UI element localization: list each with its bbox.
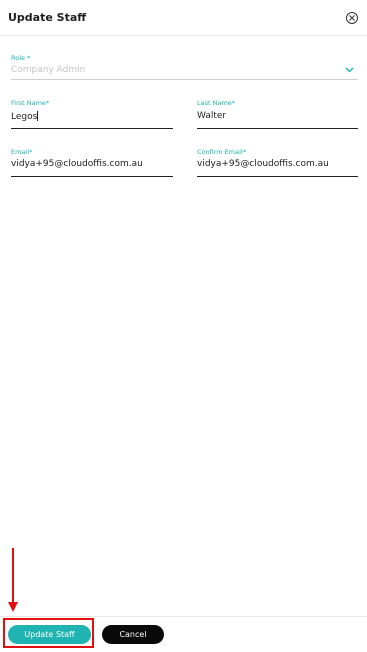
annotation-highlight-box [3,618,94,648]
role-select[interactable]: Role * Company Admin [11,54,358,80]
email-label: Email* [11,148,33,156]
first-name-input[interactable]: Legos [11,112,37,122]
first-name-input-row: Legos [11,111,39,122]
first-name-underline [11,128,173,129]
cancel-button[interactable]: Cancel [102,625,164,644]
chevron-down-icon [345,67,354,73]
last-name-input[interactable]: Walter [197,111,226,121]
confirm-email-underline [197,176,358,177]
confirm-email-field[interactable]: Confirm Email* vidya+95@cloudoffis.com.a… [197,148,358,178]
role-label: Role * [11,54,31,62]
dialog-header: Update Staff [0,0,367,36]
role-value: Company Admin [11,65,86,75]
first-name-label: First Name* [11,99,50,107]
text-caret [37,111,39,121]
annotation-arrow [8,548,18,612]
last-name-label: Last Name* [197,99,236,107]
role-underline [11,79,358,80]
dialog-title: Update Staff [8,11,87,24]
email-underline [11,176,173,177]
last-name-underline [197,128,358,129]
last-name-field[interactable]: Last Name* Walter [197,99,358,129]
confirm-email-input[interactable]: vidya+95@cloudoffis.com.au [197,159,329,169]
close-icon [349,15,355,21]
close-button[interactable] [346,12,358,24]
first-name-field[interactable]: First Name* Legos [11,99,173,129]
email-input[interactable]: vidya+95@cloudoffis.com.au [11,159,143,169]
email-field[interactable]: Email* vidya+95@cloudoffis.com.au [11,148,173,178]
confirm-email-label: Confirm Email* [197,148,246,156]
